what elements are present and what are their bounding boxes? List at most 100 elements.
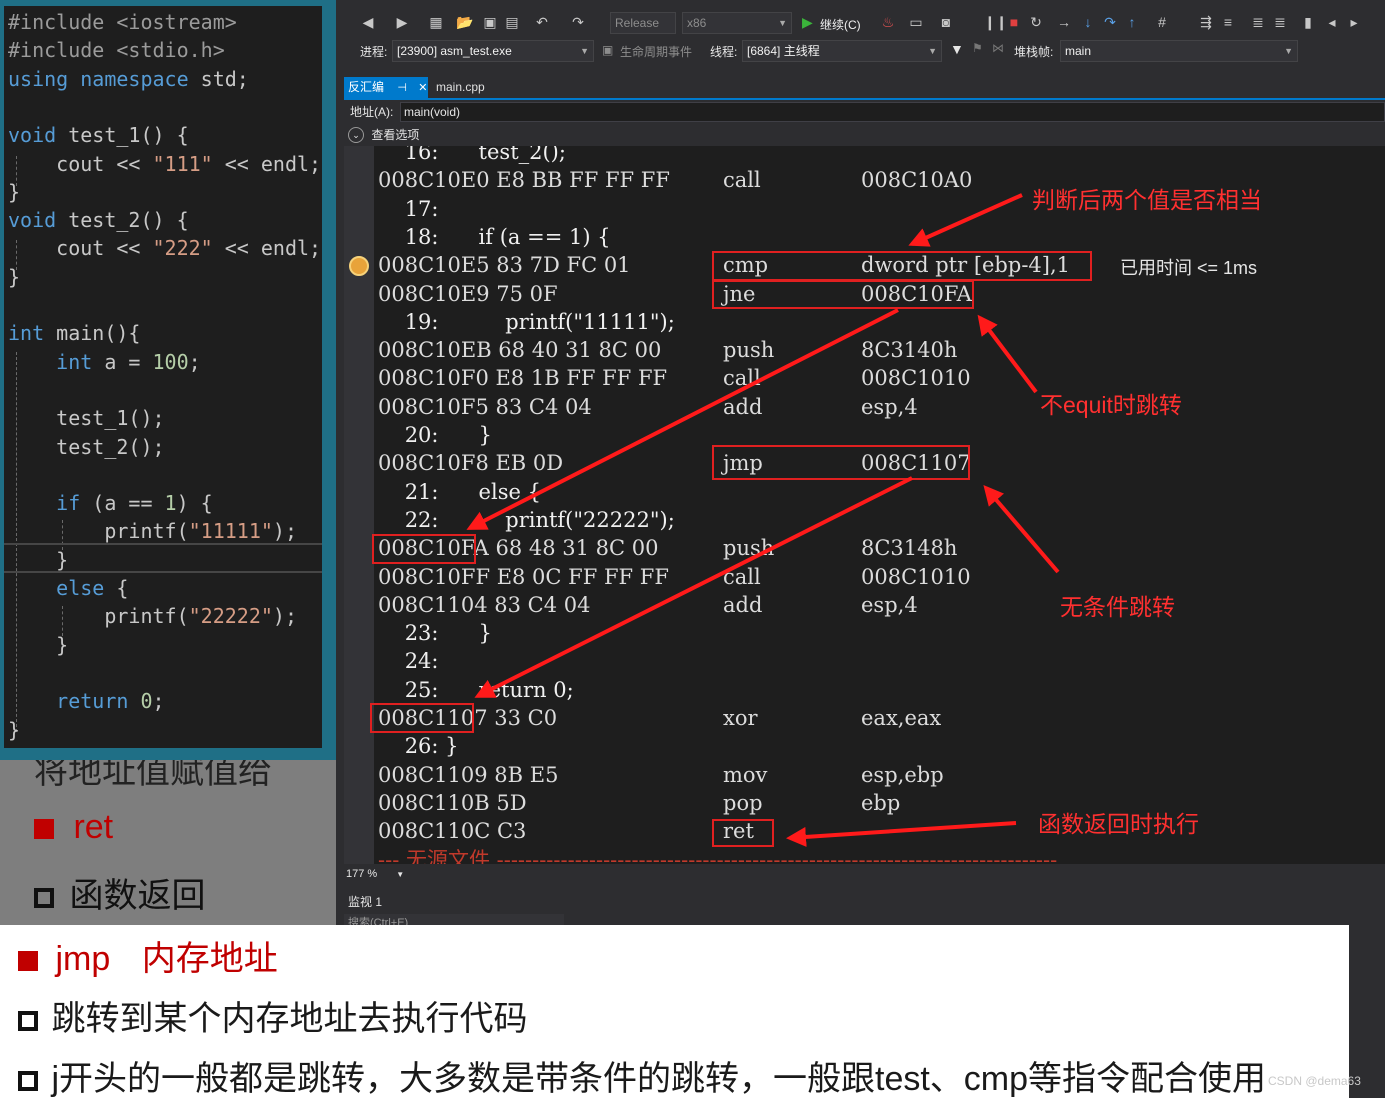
chevron-down-icon[interactable]: ▼	[396, 870, 404, 879]
breakpoint-icon[interactable]	[349, 256, 369, 276]
restart-icon[interactable]: ↻	[1028, 14, 1044, 30]
lifecycle-icon: ▣	[602, 43, 614, 57]
source-line[interactable]: return 0;	[8, 687, 164, 715]
pin-icon[interactable]: ⊣	[397, 82, 407, 94]
config-combo-value: Release	[615, 16, 660, 30]
disasm-source-line[interactable]: 20: }	[378, 421, 492, 449]
hot-reload-icon[interactable]: ♨	[880, 14, 896, 30]
code-token: printf(	[8, 519, 189, 544]
disasm-source-line[interactable]: 26: }	[378, 732, 459, 760]
redo-icon[interactable]: ↷	[570, 14, 586, 30]
source-line[interactable]: }	[8, 178, 20, 206]
platform-combo[interactable]: x86 ▼	[682, 12, 792, 34]
disasm-source-line[interactable]: 21: else {	[378, 478, 541, 506]
highlight-ret	[712, 819, 774, 847]
source-line[interactable]: using namespace std;	[8, 65, 249, 93]
instruction-opcode: call	[723, 564, 761, 589]
thread-icon[interactable]: ⇶	[1198, 14, 1214, 30]
stop-icon[interactable]: ■	[1006, 14, 1022, 30]
address-input[interactable]: main(void)	[400, 102, 1385, 122]
view-options-bar[interactable]: ⌄ 查看选项	[344, 124, 1385, 146]
close-icon[interactable]: ✕	[418, 82, 427, 94]
disasm-source-line[interactable]: 19: printf("11111");	[378, 308, 675, 336]
source-code-editor[interactable]: #include <iostream> #include <stdio.h> usi…	[4, 6, 322, 748]
instruction-address-bytes: 008C10E5 83 7D FC 01	[378, 253, 631, 278]
pause-icon[interactable]: ❙❙	[984, 14, 1007, 30]
disasm-source-line[interactable]: 24:	[378, 647, 439, 675]
disasm-source-line[interactable]: 23: }	[378, 619, 492, 647]
source-line[interactable]: printf("11111");	[8, 517, 297, 545]
save-icon[interactable]: ▣	[482, 14, 498, 30]
open-file-icon[interactable]: 📂	[456, 14, 473, 30]
undo-icon[interactable]: ↶	[534, 14, 550, 30]
play-icon[interactable]: ▶	[802, 14, 813, 31]
lifecycle-events-button[interactable]: 生命周期事件	[620, 43, 692, 60]
code-token: "222"	[152, 236, 213, 261]
disasm-source-line[interactable]: 22: printf("22222");	[378, 506, 675, 534]
chevron-down-icon[interactable]: ⌄	[348, 127, 364, 143]
code-token: << endl;	[212, 236, 322, 261]
forward-icon[interactable]: ▶	[394, 14, 410, 30]
source-line[interactable]: }	[8, 631, 68, 659]
continue-button[interactable]: 继续(C)	[820, 16, 861, 33]
back-icon[interactable]: ◀	[360, 14, 376, 30]
process-combo[interactable]: [23900] asm_test.exe ▼	[392, 40, 594, 62]
stack-icon[interactable]: ≡	[1220, 14, 1236, 30]
slide-item-func-return: 函数返回	[34, 868, 205, 917]
source-line[interactable]: #include <iostream>	[8, 8, 237, 36]
source-line[interactable]: int a = 100;	[8, 348, 201, 376]
folder-icon[interactable]: ▭	[908, 14, 924, 30]
source-line[interactable]: int main(){	[8, 319, 140, 347]
next-bookmark-icon[interactable]: ▸	[1346, 14, 1362, 30]
disasm-source-line[interactable]: 18: if (a == 1) {	[378, 223, 611, 251]
source-line[interactable]: printf("22222");	[8, 602, 297, 630]
save-all-icon[interactable]: ▤	[504, 14, 520, 30]
chevron-down-icon: ▼	[580, 46, 589, 56]
source-line[interactable]: void test_2() {	[8, 206, 189, 234]
stack-frame-label: 堆栈帧:	[1014, 45, 1054, 59]
show-next-statement-icon[interactable]: →	[1056, 14, 1072, 30]
source-line[interactable]: if (a == 1) {	[8, 489, 213, 517]
stack-frame-combo[interactable]: main ▼	[1060, 40, 1298, 62]
split-icon[interactable]: ⋈	[992, 41, 1004, 55]
source-line[interactable]: }	[8, 263, 20, 291]
instruction-address-bytes: 008C10E0 E8 BB FF FF FF	[378, 168, 670, 193]
annotation-func-return: 函数返回时执行	[1038, 811, 1199, 837]
code-token: 0	[140, 689, 153, 714]
source-line[interactable]: test_2();	[8, 433, 164, 461]
step-into-icon[interactable]: ↓	[1080, 14, 1096, 30]
new-project-icon[interactable]: ▦	[428, 14, 444, 30]
config-combo[interactable]: Release	[610, 12, 676, 34]
disasm-source-line[interactable]: 25: return 0;	[378, 676, 574, 704]
step-over-icon[interactable]: ↷	[1102, 14, 1118, 30]
source-line[interactable]: void test_1() {	[8, 121, 189, 149]
instruction-address-bytes: 008C10FF E8 0C FF FF FF	[378, 564, 669, 589]
source-line[interactable]: else {	[8, 574, 128, 602]
instruction-opcode: call	[723, 366, 761, 391]
bookmark-icon[interactable]: ▮	[1300, 14, 1316, 30]
watch-title[interactable]: 监视 1	[348, 893, 382, 910]
instruction-address-bytes: 008C110C C3	[378, 819, 527, 844]
source-line[interactable]: test_1();	[8, 404, 164, 432]
hex-display-icon[interactable]: #	[1154, 14, 1170, 30]
screenshot-icon[interactable]: ◙	[938, 14, 954, 30]
step-out-icon[interactable]: ↑	[1124, 14, 1140, 30]
no-source-separator[interactable]: --- 无源文件 -------------------------------…	[378, 846, 1057, 865]
source-line[interactable]: #include <stdio.h>	[8, 36, 225, 64]
disasm-source-line[interactable]: 17:	[378, 195, 439, 223]
indent-icon[interactable]: ≣	[1250, 14, 1266, 30]
source-line[interactable]: }	[8, 716, 20, 744]
zoom-level[interactable]: 177 %	[346, 868, 377, 880]
outdent-icon[interactable]: ≣	[1272, 14, 1288, 30]
source-line[interactable]: cout << "222" << endl;	[8, 234, 321, 262]
prev-bookmark-icon[interactable]: ◂	[1324, 14, 1340, 30]
annotation-not-equal: 不equit时跳转	[1040, 392, 1182, 418]
source-line[interactable]: cout << "111" << endl;	[8, 150, 321, 178]
breakpoint-gutter[interactable]	[344, 146, 374, 864]
tab-disassembly[interactable]: 反汇编 ⊣ ✕	[344, 77, 428, 98]
flag-icon[interactable]: ⚑	[972, 41, 983, 55]
tab-main-cpp[interactable]: main.cpp	[432, 77, 502, 98]
disasm-source-line[interactable]: 16: test_2();	[378, 146, 566, 166]
thread-combo[interactable]: [6864] 主线程 ▼	[742, 40, 942, 62]
filter-icon[interactable]: ▼	[950, 41, 964, 57]
